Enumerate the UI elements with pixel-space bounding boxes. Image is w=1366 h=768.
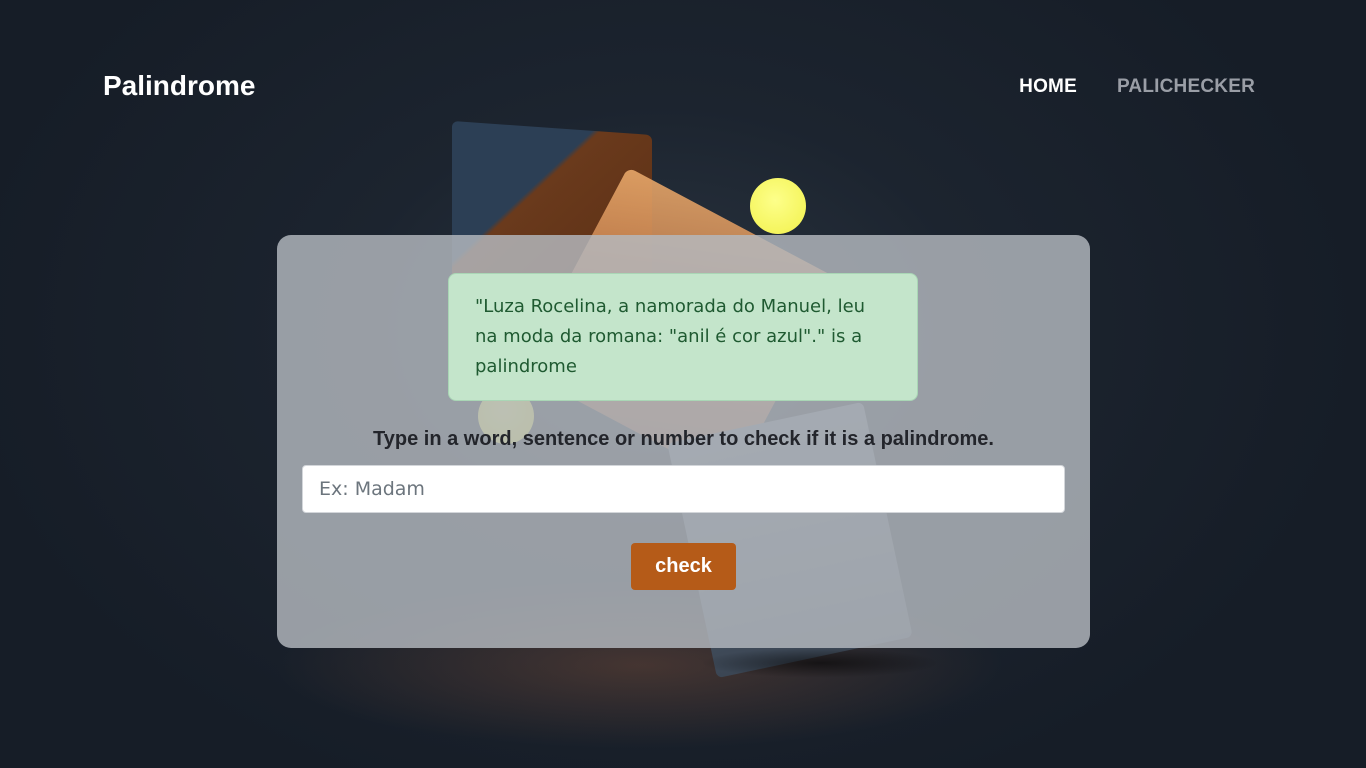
palindrome-input[interactable] [302,465,1065,513]
brand-logo-link[interactable]: Palindrome [103,70,255,102]
nav-palichecker-link[interactable]: PALICHECKER [1117,76,1255,98]
main-nav: HOME PALICHECKER [1019,76,1255,98]
check-button[interactable]: check [631,543,736,590]
background-sphere [750,178,806,234]
result-alert: "Luza Rocelina, a namorada do Manuel, le… [448,273,918,401]
top-navbar: Palindrome HOME PALICHECKER [0,0,1366,170]
background-shadow [700,648,940,678]
nav-home-link[interactable]: HOME [1019,76,1077,98]
palindrome-checker-card: "Luza Rocelina, a namorada do Manuel, le… [277,235,1090,648]
input-prompt-label: Type in a word, sentence or number to ch… [373,428,994,450]
